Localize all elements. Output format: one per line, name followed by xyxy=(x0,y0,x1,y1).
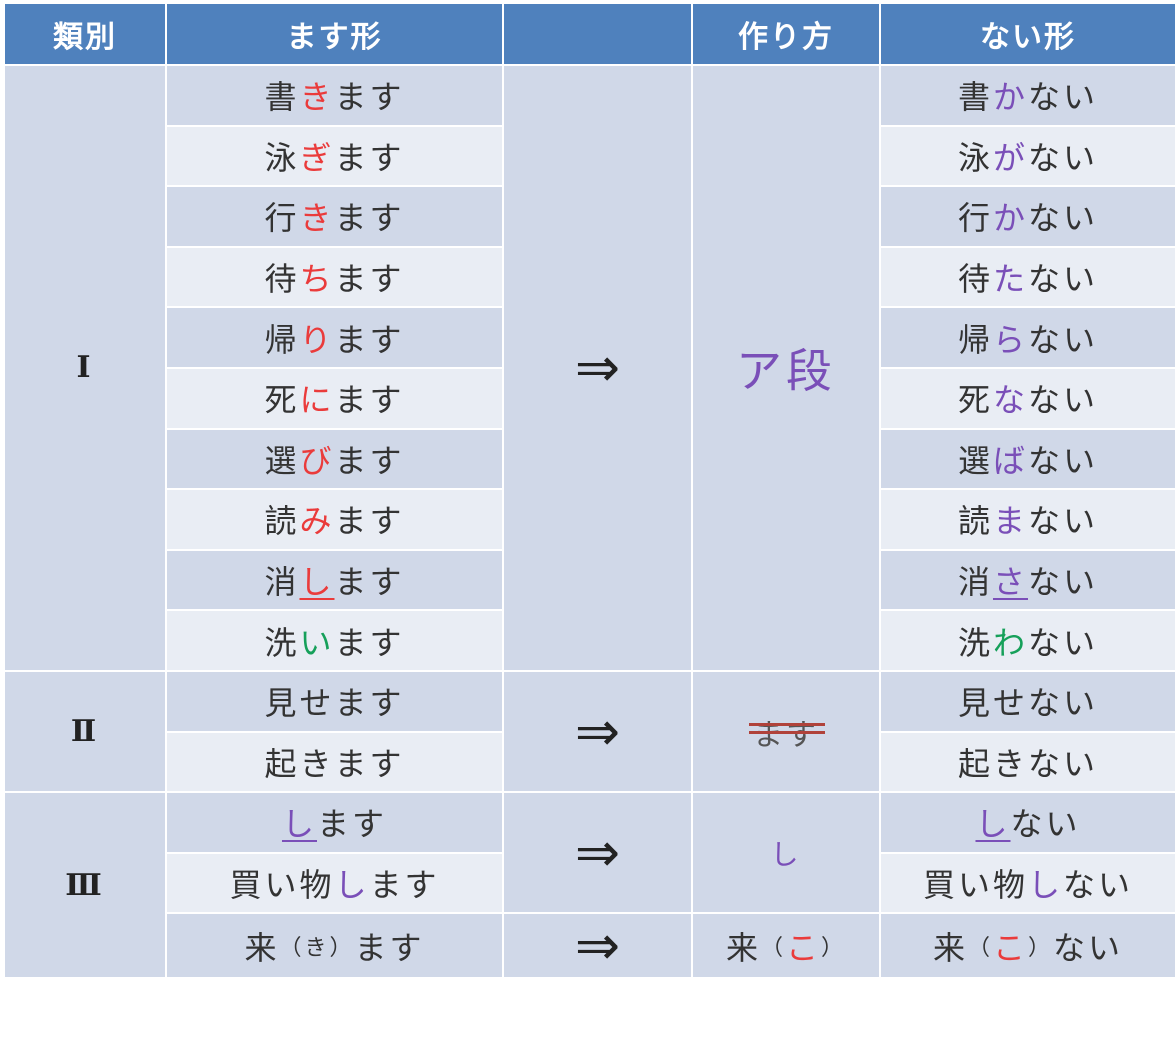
howto-kuru: 来（こ） xyxy=(693,914,879,978)
nai-cell: 帰らない xyxy=(881,308,1175,367)
header-category: 類別 xyxy=(5,4,165,64)
nai-cell: 消さない xyxy=(881,550,1175,610)
nai-cell: 買い物しない xyxy=(881,853,1175,913)
howto-a-dan: ア段 xyxy=(736,343,836,398)
howto-kuru-stem: 来 xyxy=(725,928,761,967)
nai-cell: 読まない xyxy=(881,490,1175,549)
arrow-group-3: ⇒ xyxy=(504,793,691,913)
nai-cell: しない xyxy=(881,793,1175,852)
masu-cell: 書きます xyxy=(167,66,502,125)
header-masu-form: ます形 xyxy=(167,4,502,64)
howto-group-1: ア段 xyxy=(693,66,879,670)
header-nai-form: ない形 xyxy=(881,4,1175,64)
category-group-2: Ⅱ xyxy=(5,671,165,792)
arrow-group-2: ⇒ xyxy=(504,671,691,792)
masu-cell: 帰ります xyxy=(167,308,502,367)
howto-group-3: し xyxy=(693,793,879,913)
conjugation-table: 類別 ます形 作り方 ない形 Ⅰ Ⅱ Ⅲ ⇒ ⇒ ⇒ ⇒ ア段 ます し 来（こ… xyxy=(5,4,1175,1038)
arrow-kuru: ⇒ xyxy=(504,914,691,978)
masu-cell: 行きます xyxy=(167,187,502,246)
nai-cell: 行かない xyxy=(881,187,1175,246)
watermark: Too.com xyxy=(1030,999,1168,1034)
nai-cell: 泳がない xyxy=(881,126,1175,186)
nai-cell: 選ばない xyxy=(881,429,1175,489)
masu-cell: 消します xyxy=(167,550,502,610)
masu-cell: 選びます xyxy=(167,429,502,489)
arrow-group-1: ⇒ xyxy=(504,66,691,670)
category-group-3: Ⅲ xyxy=(5,793,165,978)
category-group-1: Ⅰ xyxy=(5,66,165,670)
masu-cell: 待ちます xyxy=(167,247,502,307)
nai-cell: 待たない xyxy=(881,247,1175,307)
howto-remove-masu: ます xyxy=(749,710,825,754)
nai-cell: 見せない xyxy=(881,671,1175,731)
nai-cell: 洗わない xyxy=(881,611,1175,670)
header-how-to-make: 作り方 xyxy=(693,4,879,64)
nai-cell: 死なない xyxy=(881,368,1175,428)
header-blank xyxy=(504,4,691,64)
masu-cell: 洗います xyxy=(167,611,502,670)
strike-line-icon xyxy=(749,730,825,734)
nai-cell: 起きない xyxy=(881,732,1175,792)
masu-cell: 読みます xyxy=(167,490,502,549)
masu-cell: 死にます xyxy=(167,368,502,428)
strike-line-icon xyxy=(749,722,825,726)
howto-group-2: ます xyxy=(693,671,879,792)
howto-kuru-kana: こ xyxy=(786,928,822,967)
nai-cell: 書かない xyxy=(881,66,1175,125)
masu-cell: 泳ぎます xyxy=(167,126,502,186)
masu-cell: 見せます xyxy=(167,671,502,731)
masu-cell: します xyxy=(167,793,502,852)
nai-cell: 来（こ）ない xyxy=(881,914,1175,978)
masu-cell: 起きます xyxy=(167,732,502,792)
masu-cell: 買い物します xyxy=(167,853,502,913)
masu-cell: 来（き） ます xyxy=(167,914,502,978)
howto-shi: し xyxy=(770,837,802,871)
